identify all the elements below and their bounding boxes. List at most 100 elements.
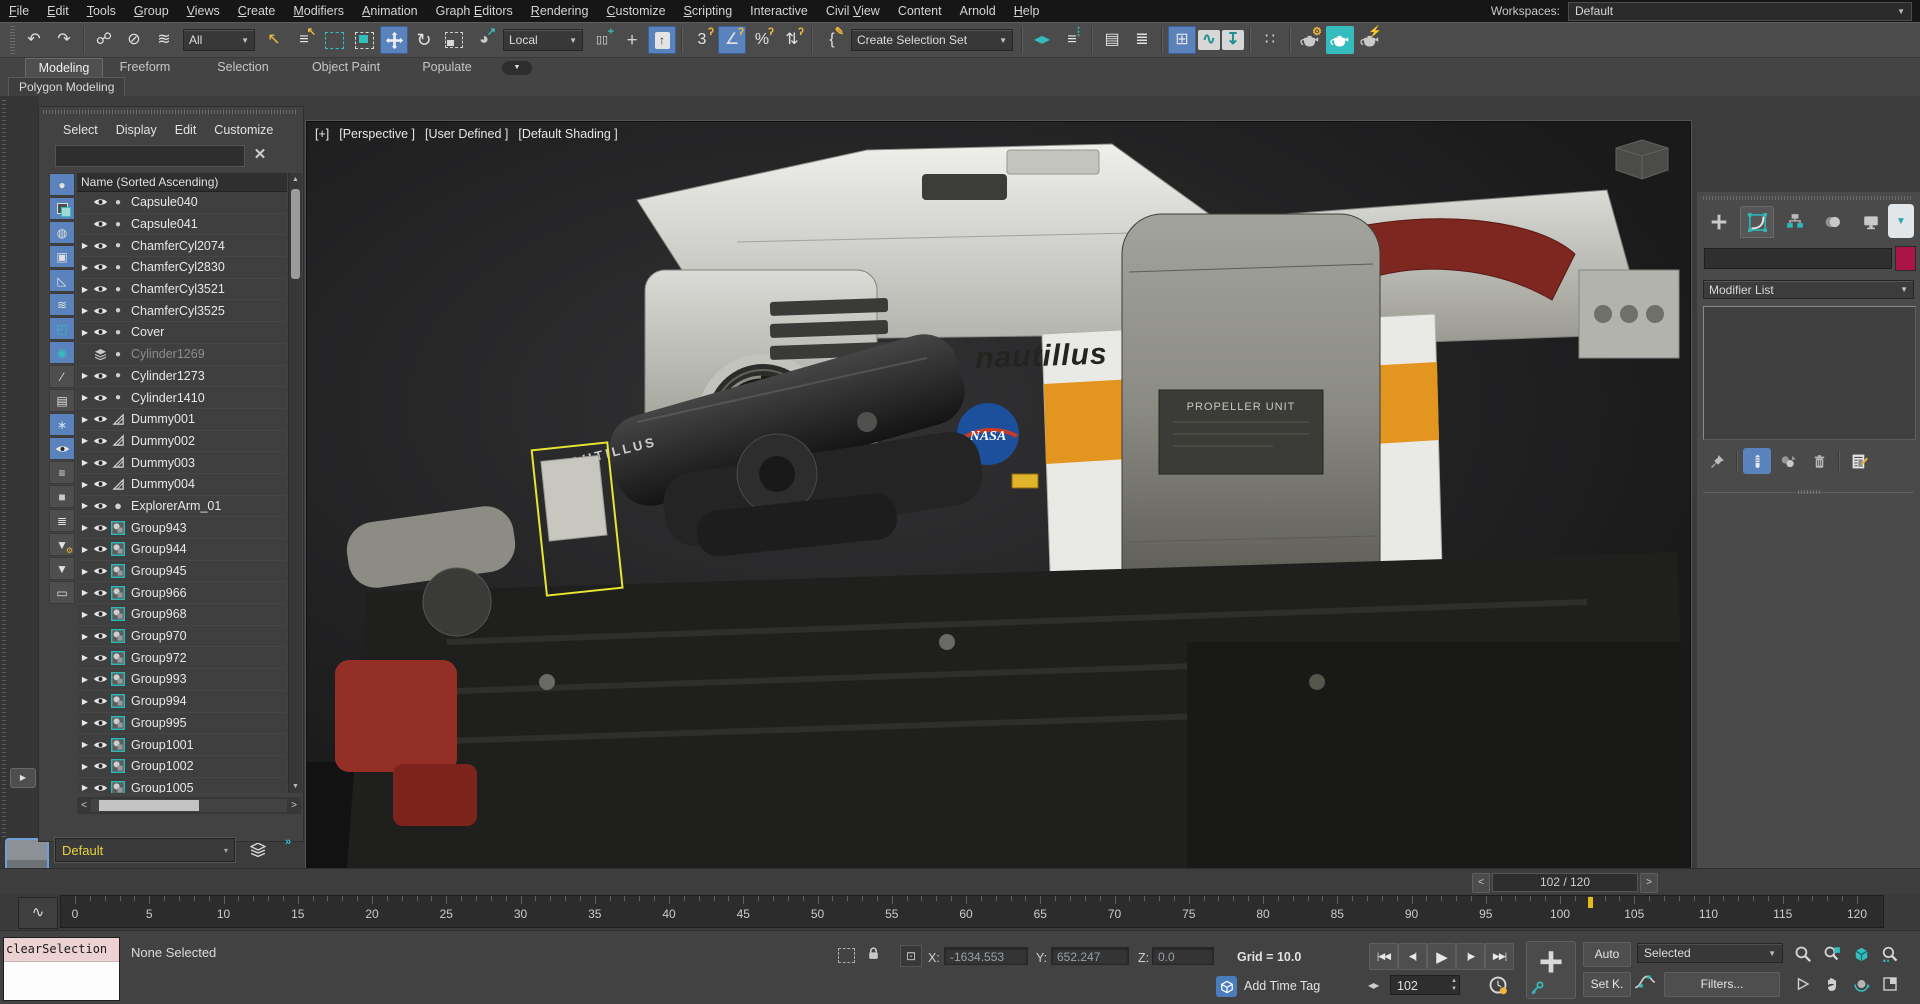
visibility-eye-icon[interactable] xyxy=(91,761,109,771)
vertical-scrollbar[interactable]: ▲ ▼ xyxy=(288,173,302,793)
viewport-menu-pov[interactable]: [Perspective ] xyxy=(339,127,415,141)
object-name[interactable]: Capsule040 xyxy=(131,195,198,209)
expand-icon[interactable]: ▶ xyxy=(79,588,91,597)
display-groups-icon[interactable]: ◰ xyxy=(49,317,75,340)
expand-icon[interactable]: ▶ xyxy=(79,328,91,337)
ribbon-tab-selection[interactable]: Selection xyxy=(208,58,278,77)
expand-icon[interactable]: ▶ xyxy=(79,697,91,706)
panel-drag-handle[interactable] xyxy=(1703,196,1913,200)
explorer-menu-customize[interactable]: Customize xyxy=(214,123,273,137)
expand-icon[interactable]: ▶ xyxy=(79,740,91,749)
set-key-button[interactable]: Set K. xyxy=(1583,972,1631,997)
expand-icon[interactable]: ▶ xyxy=(79,632,91,641)
list-item[interactable]: ▶●ChamferCyl3521 xyxy=(77,279,287,301)
scroll-right-icon[interactable]: > xyxy=(287,800,301,811)
expand-icon[interactable]: ▶ xyxy=(79,501,91,510)
visibility-eye-icon[interactable] xyxy=(91,566,109,576)
panel-tab-create[interactable] xyxy=(1702,206,1736,238)
list-item[interactable]: ▶Group970 xyxy=(77,626,287,648)
menu-rendering[interactable]: Rendering xyxy=(522,4,598,18)
visibility-eye-icon[interactable] xyxy=(91,523,109,533)
explorer-menu-display[interactable]: Display xyxy=(116,123,157,137)
expand-icon[interactable]: ▶ xyxy=(79,263,91,272)
key-filters-curve-icon[interactable] xyxy=(1634,973,1656,991)
expand-icon[interactable]: ▶ xyxy=(79,653,91,662)
visibility-eye-icon[interactable] xyxy=(91,262,109,272)
configure-advanced-filter-icon[interactable]: ▼⚙ xyxy=(49,533,75,556)
rectangular-selection-region-icon[interactable] xyxy=(320,26,348,54)
undo-icon[interactable]: ↶ xyxy=(20,26,48,54)
scrollbar-thumb[interactable] xyxy=(291,189,300,279)
modifier-stack[interactable] xyxy=(1703,306,1916,440)
zoom-extents-icon[interactable] xyxy=(1848,942,1874,966)
dope-sheet-icon[interactable]: ↧ xyxy=(1222,30,1244,50)
go-to-end-button[interactable]: ▶▶| xyxy=(1485,943,1514,970)
auto-key-button[interactable]: Auto xyxy=(1583,942,1631,967)
object-name[interactable]: Group995 xyxy=(131,716,187,730)
search-input[interactable] xyxy=(56,146,244,166)
scroll-up-icon[interactable]: ▲ xyxy=(289,173,302,186)
object-name[interactable]: Group994 xyxy=(131,694,187,708)
redo-icon[interactable]: ↷ xyxy=(50,26,78,54)
ribbon-tab-freeform[interactable]: Freeform xyxy=(110,58,180,77)
unlink-selection-icon[interactable]: ⊘ xyxy=(120,26,148,54)
list-item[interactable]: ▶●ChamferCyl3525 xyxy=(77,300,287,322)
layer-state-icon[interactable] xyxy=(91,349,109,360)
visibility-eye-icon[interactable] xyxy=(91,588,109,598)
scroll-left-icon[interactable]: < xyxy=(77,800,91,811)
previous-frame-button[interactable]: ◀| xyxy=(1398,943,1427,970)
expand-icon[interactable]: ▶ xyxy=(79,567,91,576)
list-item[interactable]: ▶●Cover xyxy=(77,322,287,344)
explorer-menu-edit[interactable]: Edit xyxy=(175,123,197,137)
remove-modifier-icon[interactable] xyxy=(1805,448,1833,474)
viewport-menu-user[interactable]: [User Defined ] xyxy=(425,127,508,141)
display-helpers-icon[interactable]: ◺ xyxy=(49,269,75,292)
expand-icon[interactable]: ▶ xyxy=(79,415,91,424)
display-hidden-icon[interactable] xyxy=(49,437,75,460)
menu-help[interactable]: Help xyxy=(1005,4,1049,18)
play-button[interactable]: ▶ xyxy=(1427,943,1456,970)
visibility-eye-icon[interactable] xyxy=(91,371,109,381)
visibility-eye-icon[interactable] xyxy=(91,414,109,424)
visibility-eye-icon[interactable] xyxy=(91,479,109,489)
object-name[interactable]: Group968 xyxy=(131,607,187,621)
zoom-all-icon[interactable] xyxy=(1819,942,1845,966)
object-name[interactable]: Cylinder1269 xyxy=(131,347,205,361)
select-and-manipulate-icon[interactable]: + xyxy=(618,26,646,54)
timeline-ruler[interactable]: 0510152025303540455055606570758085909510… xyxy=(60,895,1884,928)
pan-icon[interactable] xyxy=(1819,972,1845,996)
search-field[interactable] xyxy=(55,145,245,167)
visibility-eye-icon[interactable] xyxy=(91,393,109,403)
frame-step-icons[interactable]: ◀▶ xyxy=(1368,981,1378,990)
visibility-eye-icon[interactable] xyxy=(91,197,109,207)
list-item[interactable]: ▶●ChamferCyl2830 xyxy=(77,257,287,279)
visibility-eye-icon[interactable] xyxy=(91,241,109,251)
next-frame-button[interactable]: |▶ xyxy=(1456,943,1485,970)
pin-stack-icon[interactable] xyxy=(1703,448,1731,474)
list-item[interactable]: ●Capsule041 xyxy=(77,214,287,236)
configure-modifier-sets-icon[interactable] xyxy=(1845,448,1873,474)
menu-animation[interactable]: Animation xyxy=(353,4,427,18)
ribbon-tab-modeling[interactable]: Modeling xyxy=(25,58,103,77)
go-to-start-button[interactable]: |◀◀ xyxy=(1369,943,1398,970)
spinner-snap-toggle-icon[interactable]: ⇅ʔ xyxy=(778,26,806,54)
x-coordinate-field[interactable]: -1634.553 xyxy=(944,947,1028,965)
expand-icon[interactable]: ▶ xyxy=(79,458,91,467)
visibility-eye-icon[interactable] xyxy=(91,544,109,554)
menu-scripting[interactable]: Scripting xyxy=(675,4,742,18)
hscroll-track[interactable] xyxy=(91,799,287,812)
object-name[interactable]: Group943 xyxy=(131,521,187,535)
display-shapes-icon[interactable] xyxy=(49,197,75,220)
tab-polygon-modeling[interactable]: Polygon Modeling xyxy=(8,77,125,96)
object-name[interactable]: Cover xyxy=(131,325,164,339)
active-layer-dropdown[interactable]: Default ▾ xyxy=(55,838,235,862)
object-name[interactable]: Dummy001 xyxy=(131,412,195,426)
select-and-link-icon[interactable]: ☍ xyxy=(90,26,118,54)
percent-snap-toggle-icon[interactable]: %ʔ xyxy=(748,26,776,54)
expand-icon[interactable]: ▶ xyxy=(79,675,91,684)
expand-icon[interactable]: ▶ xyxy=(79,762,91,771)
list-item[interactable]: ▶Dummy002 xyxy=(77,431,287,453)
expand-icon[interactable]: ▶ xyxy=(79,241,91,250)
menu-views[interactable]: Views xyxy=(178,4,229,18)
lock-cell-editing-icon[interactable]: ■ xyxy=(49,485,75,508)
